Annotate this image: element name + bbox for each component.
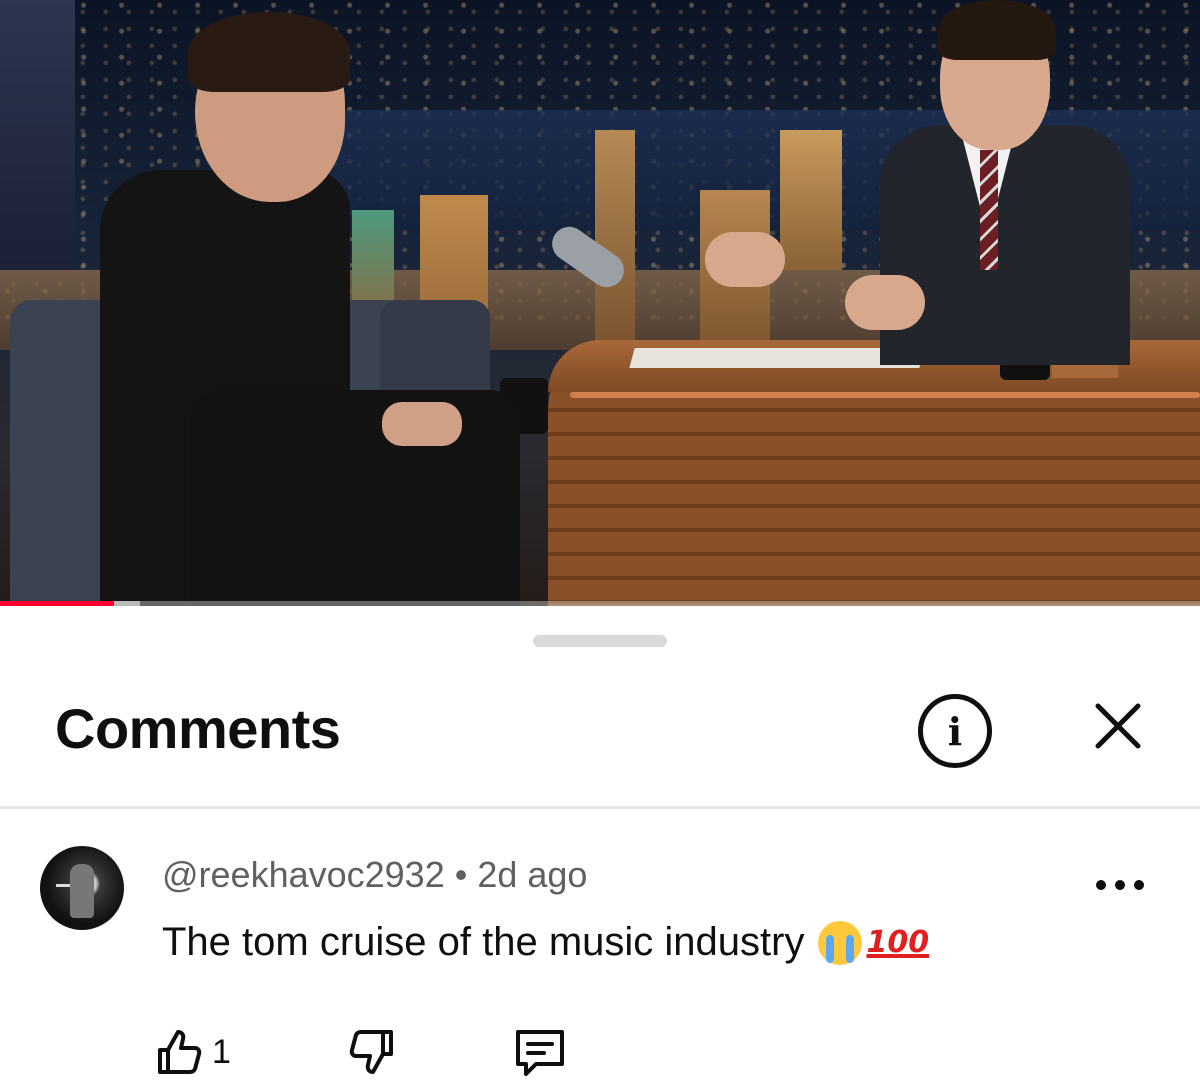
comments-sheet: Comments i @reekhavoc2932 • 2d ago The tom… <box>0 606 1200 1090</box>
comment-meta: @reekhavoc2932 • 2d ago <box>162 854 587 896</box>
comment-body: The tom cruise of the music industry 100 <box>162 920 929 965</box>
close-icon[interactable] <box>1090 698 1146 754</box>
drag-handle[interactable] <box>533 635 667 647</box>
comment-author[interactable]: @reekhavoc2932 <box>162 854 445 895</box>
info-icon[interactable]: i <box>918 694 992 768</box>
video-player[interactable] <box>0 0 1200 606</box>
avatar[interactable] <box>40 846 124 930</box>
skyscraper-backdrop <box>0 0 75 280</box>
reply-button[interactable] <box>510 1024 570 1080</box>
dislike-button[interactable] <box>345 1024 405 1080</box>
guest-figure <box>100 12 520 606</box>
like-count: 1 <box>212 1032 231 1071</box>
hundred-points-icon: 100 <box>866 925 930 960</box>
reply-icon <box>516 1030 564 1076</box>
comments-title: Comments <box>55 697 341 760</box>
comment-time: 2d ago <box>477 854 588 895</box>
desk-light-strip <box>570 392 1200 398</box>
divider <box>0 806 1200 809</box>
comment-text: The tom cruise of the music industry <box>162 920 805 964</box>
meta-separator: • <box>454 854 468 895</box>
thumb-up-icon <box>158 1030 202 1074</box>
thumb-down-icon <box>349 1030 393 1074</box>
tower-backdrop <box>595 130 635 350</box>
host-figure <box>705 0 1130 380</box>
crying-face-icon <box>818 920 863 965</box>
more-options-icon[interactable] <box>1096 876 1144 894</box>
like-button[interactable]: 1 <box>150 1024 270 1080</box>
